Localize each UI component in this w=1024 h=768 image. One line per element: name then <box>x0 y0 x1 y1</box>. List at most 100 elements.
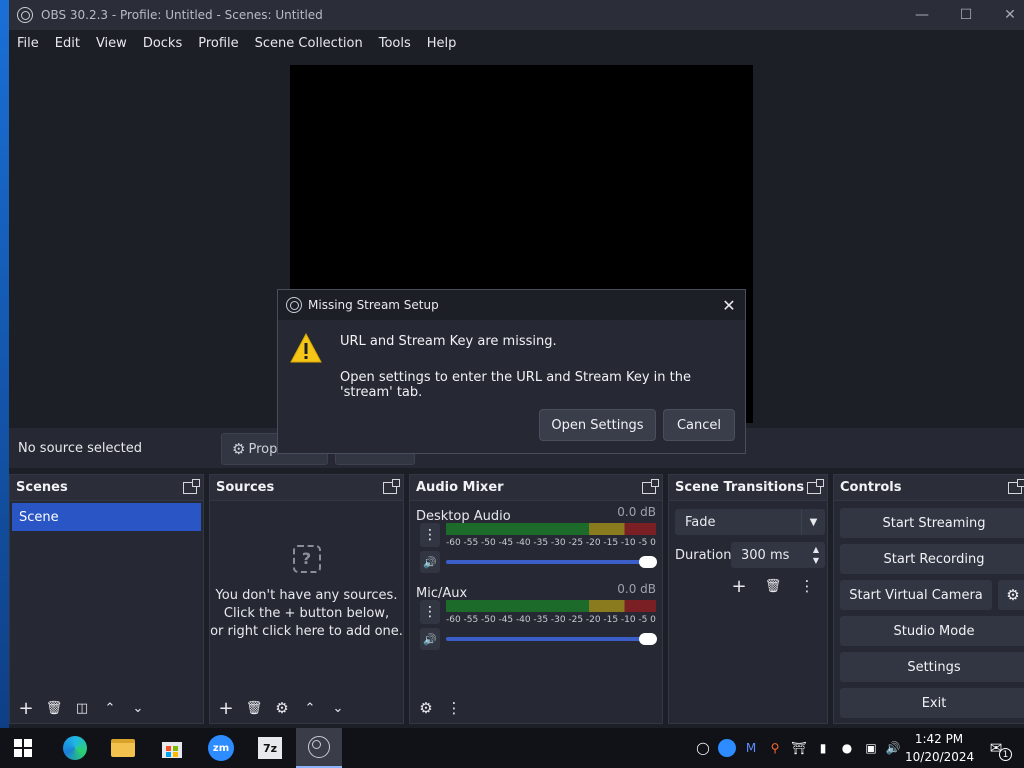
undock-icon[interactable] <box>383 478 400 494</box>
edge-taskbar-button[interactable] <box>52 728 98 768</box>
speaker-tray-icon[interactable]: 🔊 <box>884 739 902 757</box>
transition-select[interactable]: Fade ▼ <box>675 509 825 535</box>
studio-mode-button[interactable]: Studio Mode <box>840 616 1024 646</box>
mixer-channel-mic-aux: Mic/Aux 0.0 dB ⋮ -60 -55 -50 -45 -40 -35… <box>416 582 657 650</box>
file-explorer-taskbar-button[interactable] <box>100 728 146 768</box>
undock-icon[interactable] <box>1008 478 1024 494</box>
source-properties-button[interactable]: ⚙ <box>268 695 296 721</box>
scale-tick: -50 <box>480 538 496 548</box>
scale-tick: -45 <box>498 615 514 625</box>
malwarebytes-tray-icon[interactable]: M <box>742 739 760 757</box>
undock-icon[interactable] <box>807 478 824 494</box>
open-settings-button[interactable]: Open Settings <box>539 409 656 441</box>
kebab-icon: ⋮ <box>799 577 815 595</box>
taskbar: zm 7z ◯ M ⚲ ⛩ ▮ ● ▣ 🔊 1:42 PM 10/20/2024… <box>0 728 1024 768</box>
close-window-button[interactable]: ✕ <box>988 0 1024 30</box>
scale-tick: 0 <box>650 615 656 625</box>
scenes-toolbar: + 🗑 ◫ ⌃ ⌄ <box>10 693 203 723</box>
minimize-button[interactable]: — <box>900 0 944 30</box>
settings-button[interactable]: Settings <box>840 652 1024 682</box>
add-transition-button[interactable]: + <box>725 573 753 599</box>
start-recording-button[interactable]: Start Recording <box>840 544 1024 574</box>
duration-label: Duration <box>675 548 732 563</box>
microphone-tray-icon[interactable]: ● <box>838 739 856 757</box>
taskbar-clock[interactable]: 1:42 PM 10/20/2024 <box>905 730 974 766</box>
menu-help[interactable]: Help <box>419 36 465 51</box>
zoom-icon-label: zm <box>212 742 230 754</box>
menu-profile[interactable]: Profile <box>190 36 246 51</box>
spin-arrows-icon[interactable]: ▲ ▼ <box>813 544 819 566</box>
maximize-button[interactable]: ☐ <box>944 0 988 30</box>
menu-edit[interactable]: Edit <box>47 36 88 51</box>
scale-tick: -10 <box>620 615 636 625</box>
menu-file[interactable]: File <box>9 36 47 51</box>
start-button[interactable] <box>0 728 46 768</box>
usb-tray-icon[interactable]: ▮ <box>814 739 832 757</box>
search-tray-icon[interactable]: ⚲ <box>766 739 784 757</box>
scale-tick: -55 <box>463 538 479 548</box>
remove-transition-button[interactable]: 🗑 <box>759 573 787 599</box>
mute-button[interactable]: 🔊 <box>420 628 440 650</box>
duration-spinbox[interactable]: 300 ms ▲ ▼ <box>731 542 825 568</box>
dialog-title-bar[interactable]: Missing Stream Setup <box>278 290 745 320</box>
zoom-tray-icon[interactable] <box>718 739 736 757</box>
scale-tick: -55 <box>463 615 479 625</box>
move-source-down-button[interactable]: ⌄ <box>324 695 352 721</box>
7zip-icon: 7z <box>258 737 282 759</box>
sources-empty-state[interactable]: ? You don't have any sources. Click the … <box>210 545 403 641</box>
audio-mixer-title: Audio Mixer <box>416 480 504 495</box>
undock-icon[interactable] <box>642 478 659 494</box>
volume-slider[interactable] <box>446 556 657 568</box>
obs-taskbar-button[interactable] <box>296 728 342 768</box>
add-scene-button[interactable]: + <box>12 695 40 721</box>
move-scene-down-button[interactable]: ⌄ <box>124 695 152 721</box>
dialog-close-button[interactable]: ✕ <box>719 295 739 315</box>
undock-icon[interactable] <box>183 478 200 494</box>
channel-menu-button[interactable]: ⋮ <box>420 523 440 547</box>
menu-view[interactable]: View <box>88 36 135 51</box>
security-tray-icon[interactable]: ⛩ <box>790 739 808 757</box>
mixer-menu-button[interactable]: ⋮ <box>440 695 468 721</box>
start-virtual-camera-button[interactable]: Start Virtual Camera <box>840 580 992 610</box>
move-scene-up-button[interactable]: ⌃ <box>96 695 124 721</box>
zoom-taskbar-button[interactable]: zm <box>198 728 244 768</box>
mute-button[interactable]: 🔊 <box>420 551 440 573</box>
gear-icon: ⚙ <box>1006 586 1020 604</box>
move-source-up-button[interactable]: ⌃ <box>296 695 324 721</box>
volume-slider[interactable] <box>446 633 657 645</box>
start-streaming-button[interactable]: Start Streaming <box>840 508 1024 538</box>
advanced-audio-button[interactable]: ⚙ <box>412 695 440 721</box>
obs-tray-icon[interactable]: ◯ <box>694 739 712 757</box>
store-taskbar-button[interactable] <box>149 728 195 768</box>
7zip-taskbar-button[interactable]: 7z <box>247 728 293 768</box>
obs-logo-icon <box>17 7 33 23</box>
scale-tick: -25 <box>568 615 584 625</box>
virtual-camera-settings-button[interactable]: ⚙ <box>998 580 1024 610</box>
volume-slider-handle[interactable] <box>639 556 657 568</box>
transition-selected: Fade <box>685 514 716 530</box>
scale-tick: -60 <box>446 538 461 548</box>
menu-tools[interactable]: Tools <box>371 36 419 51</box>
duration-value: 300 ms <box>741 547 790 563</box>
channel-menu-button[interactable]: ⋮ <box>420 600 440 624</box>
scale-tick: -40 <box>515 615 531 625</box>
exit-button[interactable]: Exit <box>840 688 1024 718</box>
remove-scene-button[interactable]: 🗑 <box>40 695 68 721</box>
volume-slider-handle[interactable] <box>639 633 657 645</box>
meter-scale: -60 -55 -50 -45 -40 -35 -30 -25 -20 -15 … <box>446 615 656 625</box>
add-source-button[interactable]: + <box>212 695 240 721</box>
scene-list-item[interactable]: Scene <box>12 503 201 531</box>
network-tray-icon[interactable]: ▣ <box>862 739 880 757</box>
cancel-button[interactable]: Cancel <box>663 409 735 441</box>
kebab-icon: ⋮ <box>446 699 462 717</box>
scale-tick: 0 <box>650 538 656 548</box>
properties-label: Prop <box>248 441 278 457</box>
scene-filters-button[interactable]: ◫ <box>68 695 96 721</box>
remove-source-button[interactable]: 🗑 <box>240 695 268 721</box>
notification-center-button[interactable]: ✉ 1 <box>984 739 1012 761</box>
menu-scene-collection[interactable]: Scene Collection <box>247 36 371 51</box>
transition-menu-button[interactable]: ⋮ <box>793 573 821 599</box>
title-bar[interactable]: OBS 30.2.3 - Profile: Untitled - Scenes:… <box>9 0 1024 30</box>
scale-tick: -20 <box>585 615 601 625</box>
menu-docks[interactable]: Docks <box>135 36 190 51</box>
